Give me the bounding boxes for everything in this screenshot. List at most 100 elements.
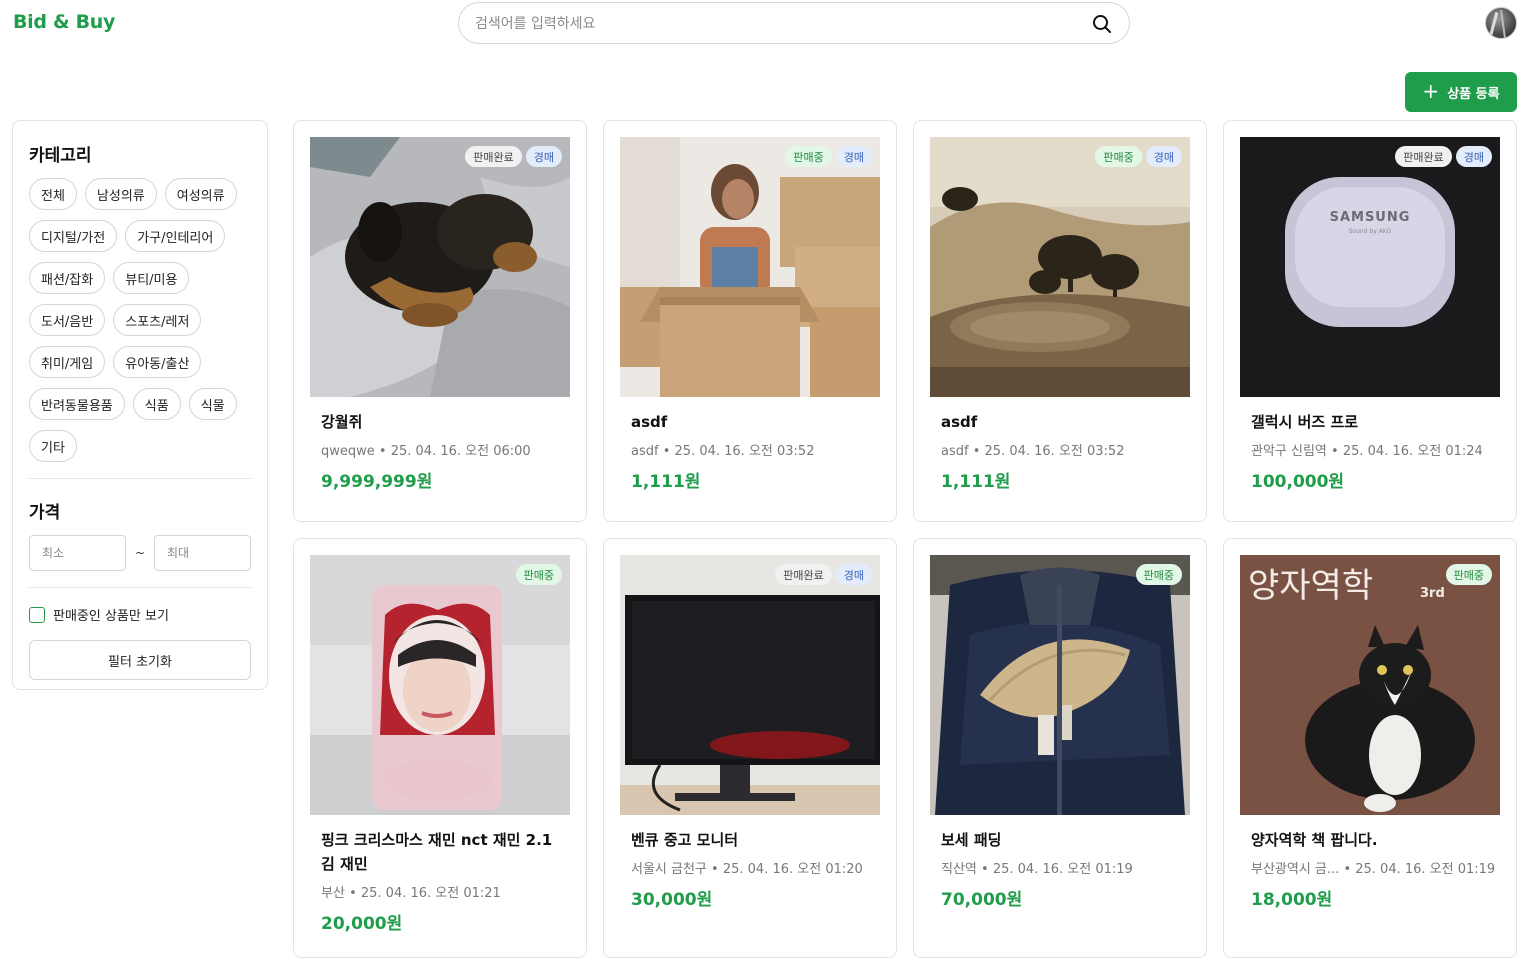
product-title[interactable]: 벤큐 중고 모니터 [620, 828, 880, 852]
product-seller: 직산역 [941, 862, 977, 877]
on-sale-label: 판매중인 상품만 보기 [53, 609, 169, 624]
status-badge-auction: 경매 [525, 146, 562, 167]
product-image-book: 양자역학 3rd 판매중 [1240, 555, 1500, 815]
meta-separator: • [711, 862, 719, 877]
product-meta: asdf • 25. 04. 16. 오전 03:52 [930, 440, 1190, 459]
category-chip-books[interactable]: 도서/음반 [29, 304, 106, 336]
status-badges: 판매중 [1445, 564, 1492, 585]
product-image-boxes: 판매중 경매 [620, 137, 880, 397]
price-title: 가격 [29, 503, 61, 523]
category-chip-mens[interactable]: 남성의류 [84, 178, 157, 210]
product-title[interactable]: 보세 패딩 [930, 828, 1190, 852]
status-badges: 판매중 [1135, 564, 1182, 585]
product-card[interactable]: 판매중 핑크 크리스마스 재민 nct 재민 2.1 김 재민 부산 • 25.… [293, 538, 587, 958]
divider [29, 587, 251, 588]
product-meta: asdf • 25. 04. 16. 오전 03:52 [620, 440, 880, 459]
category-chip-furniture[interactable]: 가구/인테리어 [125, 220, 226, 252]
product-title[interactable]: 핑크 크리스마스 재민 nct 재민 2.1 김 재민 [310, 828, 570, 876]
product-price: 1,111원 [941, 472, 1011, 492]
product-seller: 서울시 금천구 [631, 862, 707, 877]
divider [29, 478, 251, 479]
price-max-input[interactable] [154, 535, 251, 571]
product-meta: qweqwe • 25. 04. 16. 오전 06:00 [310, 440, 570, 459]
product-image-dog: 판매완료 경매 [310, 137, 570, 397]
search-input[interactable] [475, 13, 1075, 35]
product-title[interactable]: 양자역학 책 팝니다. [1240, 828, 1500, 852]
category-chip-fashion[interactable]: 패션/잡화 [29, 262, 106, 294]
product-card[interactable]: 판매중 경매 asdf asdf • 25. 04. 16. 오전 03:52 … [913, 120, 1207, 522]
category-chip-plants[interactable]: 식물 [188, 388, 237, 420]
product-card[interactable]: 양자역학 3rd 판매중 양자역학 책 팝니다. 부산광역시 금... • 25… [1223, 538, 1517, 958]
product-meta: 관악구 신림역 • 25. 04. 16. 오전 01:24 [1240, 440, 1500, 459]
status-badge-on-sale: 판매중 [1095, 146, 1142, 167]
product-image-landscape: 판매중 경매 [930, 137, 1190, 397]
product-date: 25. 04. 16. 오전 06:00 [390, 444, 531, 459]
product-seller: 부산 [321, 886, 345, 901]
product-meta: 부산광역시 금... • 25. 04. 16. 오전 01:19 [1240, 858, 1500, 877]
avatar[interactable] [1485, 7, 1517, 39]
meta-separator: • [378, 444, 387, 459]
on-sale-filter[interactable]: 판매중인 상품만 보기 [29, 605, 251, 624]
status-badge-on-sale: 판매중 [1445, 564, 1492, 585]
product-date: 25. 04. 16. 오전 01:19 [992, 862, 1133, 877]
product-title[interactable]: asdf [620, 410, 880, 434]
category-chip-etc[interactable]: 기타 [29, 430, 77, 462]
product-price: 1,111원 [631, 472, 701, 492]
product-card[interactable]: SAMSUNG Sound by AKG 판매완료 경매 갤럭시 버즈 프로 관… [1223, 120, 1517, 522]
product-date: 25. 04. 16. 오전 01:19 [1355, 862, 1496, 877]
product-title[interactable]: 갤럭시 버즈 프로 [1240, 410, 1500, 434]
on-sale-checkbox[interactable] [29, 606, 45, 623]
status-badges: 판매중 [515, 564, 562, 585]
product-card[interactable]: 판매완료 경매 벤큐 중고 모니터 서울시 금천구 • 25. 04. 16. … [603, 538, 897, 958]
samsung-logo-text: SAMSUNG [1330, 210, 1411, 225]
product-card[interactable]: 판매중 보세 패딩 직산역 • 25. 04. 16. 오전 01:19 70,… [913, 538, 1207, 958]
price-min-input[interactable] [29, 535, 126, 571]
product-meta: 부산 • 25. 04. 16. 오전 01:21 [310, 882, 570, 901]
status-badges: 판매완료 경매 [465, 146, 562, 167]
plus-icon: + [1422, 79, 1440, 103]
product-seller: qweqwe [321, 444, 375, 459]
status-badge-sold: 판매완료 [465, 146, 522, 167]
category-chip-hobby[interactable]: 취미/게임 [29, 346, 106, 378]
product-price: 18,000원 [1251, 890, 1333, 910]
meta-separator: • [349, 886, 357, 901]
product-date: 25. 04. 16. 오전 01:20 [722, 862, 863, 877]
status-badges: 판매완료 경매 [1395, 146, 1492, 167]
reset-filter-button[interactable]: 필터 초기화 [29, 640, 251, 680]
product-date: 25. 04. 16. 오전 03:52 [674, 444, 815, 459]
category-chip-digital[interactable]: 디지털/가전 [29, 220, 118, 252]
category-chip-womens[interactable]: 여성의류 [164, 178, 237, 210]
product-image-padding-jacket: 판매중 [930, 555, 1190, 815]
samsung-sub-text: Sound by AKG [1349, 228, 1392, 235]
register-product-button[interactable]: + 상품 등록 [1405, 72, 1517, 112]
category-chip-all[interactable]: 전체 [29, 178, 77, 210]
meta-separator: • [972, 444, 981, 459]
product-price: 30,000원 [631, 890, 713, 910]
status-badge-on-sale: 판매중 [1135, 564, 1182, 585]
category-chip-pets[interactable]: 반려동물용품 [29, 388, 125, 420]
product-meta: 직산역 • 25. 04. 16. 오전 01:19 [930, 858, 1190, 877]
category-chip-sports[interactable]: 스포츠/레저 [113, 304, 202, 336]
status-badge-auction: 경매 [835, 564, 872, 585]
status-badges: 판매중 경매 [1095, 146, 1182, 167]
category-chip-food[interactable]: 식품 [132, 388, 181, 420]
search-icon[interactable] [1091, 13, 1113, 35]
price-separator: ~ [134, 546, 146, 560]
product-image-monitor: 판매완료 경매 [620, 555, 880, 815]
product-card[interactable]: 판매중 경매 asdf asdf • 25. 04. 16. 오전 03:52 … [603, 120, 897, 522]
product-title[interactable]: 강월쥐 [310, 410, 570, 434]
category-chip-beauty[interactable]: 뷰티/미용 [113, 262, 190, 294]
logo[interactable]: Bid & Buy [13, 11, 115, 33]
product-title[interactable]: asdf [930, 410, 1190, 434]
product-image-earbuds: SAMSUNG Sound by AKG 판매완료 경매 [1240, 137, 1500, 397]
status-badge-auction: 경매 [1145, 146, 1182, 167]
product-date: 25. 04. 16. 오전 01:24 [1342, 444, 1483, 459]
category-title: 카테고리 [29, 146, 92, 166]
product-card[interactable]: 판매완료 경매 강월쥐 qweqwe • 25. 04. 16. 오전 06:0… [293, 120, 587, 522]
status-badge-auction: 경매 [835, 146, 872, 167]
product-date: 25. 04. 16. 오전 03:52 [984, 444, 1125, 459]
category-chip-baby[interactable]: 유아동/출산 [113, 346, 202, 378]
status-badge-auction: 경매 [1455, 146, 1492, 167]
meta-separator: • [662, 444, 671, 459]
status-badge-on-sale: 판매중 [515, 564, 562, 585]
